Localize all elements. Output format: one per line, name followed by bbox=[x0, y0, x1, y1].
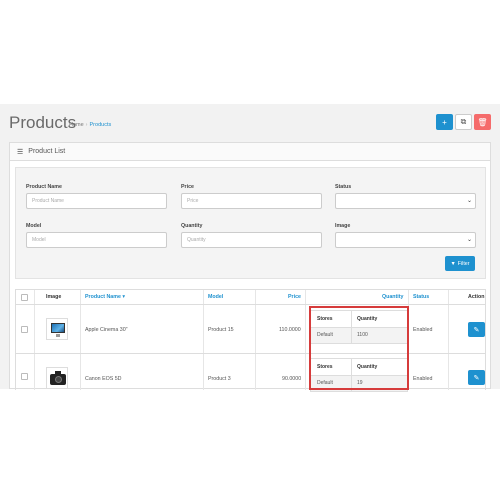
image-select[interactable]: ⌄ bbox=[335, 232, 476, 248]
column-action: Action bbox=[468, 294, 485, 300]
sort-down-icon: ▾ bbox=[122, 294, 126, 300]
column-status[interactable]: Status bbox=[413, 290, 429, 304]
product-name-input[interactable]: Product Name bbox=[26, 193, 167, 209]
quantity-input[interactable]: Quantity bbox=[181, 232, 322, 248]
product-model: Product 3 bbox=[208, 376, 231, 382]
product-table: Image Product Name ▾ Model Price Quantit… bbox=[15, 289, 486, 392]
funnel-icon: ▼ bbox=[450, 260, 456, 267]
edit-button[interactable]: ✎ bbox=[468, 322, 485, 337]
filter-button[interactable]: ▼ Filter bbox=[445, 256, 475, 271]
row-checkbox[interactable] bbox=[21, 326, 28, 333]
product-list-panel: ☰ Product List Product Name Product Name… bbox=[9, 142, 491, 392]
breadcrumb-home[interactable]: Home bbox=[69, 122, 84, 128]
trash-icon: 🗑 bbox=[477, 117, 488, 127]
breadcrumb-products[interactable]: Products bbox=[90, 122, 112, 128]
copy-button[interactable]: ⧉ bbox=[455, 114, 472, 130]
product-status: Enabled bbox=[413, 327, 433, 333]
chevron-down-icon: ⌄ bbox=[466, 237, 472, 243]
product-name: Canon EOS 5D bbox=[85, 376, 122, 382]
product-name: Apple Cinema 30" bbox=[85, 327, 128, 333]
edit-button[interactable]: ✎ bbox=[468, 370, 485, 385]
product-model: Product 15 bbox=[208, 327, 234, 333]
camera-icon bbox=[50, 371, 66, 385]
column-quantity[interactable]: Quantity bbox=[382, 290, 403, 304]
page-title: Products bbox=[9, 113, 77, 132]
panel-heading: ☰ Product List bbox=[10, 143, 490, 161]
delete-button[interactable]: 🗑 bbox=[474, 114, 491, 130]
column-price[interactable]: Price bbox=[288, 290, 301, 304]
chevron-down-icon: ⌄ bbox=[466, 198, 472, 204]
panel-title: Product List bbox=[28, 148, 66, 155]
breadcrumb: Home › Products bbox=[69, 122, 112, 128]
image-label: Image bbox=[335, 223, 351, 229]
copy-icon: ⧉ bbox=[460, 117, 467, 126]
model-label: Model bbox=[26, 223, 42, 229]
filter-section: Product Name Product Name Price Price St… bbox=[15, 167, 486, 279]
select-all-checkbox[interactable] bbox=[21, 294, 28, 301]
row-checkbox[interactable] bbox=[21, 373, 28, 380]
plus-icon: + bbox=[442, 117, 447, 127]
model-input[interactable]: Model bbox=[26, 232, 167, 248]
product-price: 90.0000 bbox=[282, 376, 302, 382]
price-input[interactable]: Price bbox=[181, 193, 322, 209]
column-product-name[interactable]: Product Name ▾ bbox=[85, 290, 125, 304]
product-image[interactable] bbox=[46, 367, 68, 389]
pencil-icon: ✎ bbox=[473, 374, 480, 382]
column-image: Image bbox=[46, 294, 62, 300]
status-select[interactable]: ⌄ bbox=[335, 193, 476, 209]
quantity-highlight-box bbox=[309, 306, 409, 390]
quantity-label: Quantity bbox=[181, 223, 203, 229]
product-status: Enabled bbox=[413, 376, 433, 382]
product-name-label: Product Name bbox=[26, 184, 62, 190]
status-label: Status bbox=[335, 184, 352, 190]
product-price: 110.0000 bbox=[279, 327, 301, 333]
add-button[interactable]: + bbox=[436, 114, 453, 130]
price-label: Price bbox=[181, 184, 194, 190]
column-model[interactable]: Model bbox=[208, 290, 223, 304]
product-image[interactable] bbox=[46, 318, 68, 340]
list-icon: ☰ bbox=[17, 148, 24, 156]
monitor-icon bbox=[51, 323, 65, 333]
pencil-icon: ✎ bbox=[473, 326, 480, 334]
